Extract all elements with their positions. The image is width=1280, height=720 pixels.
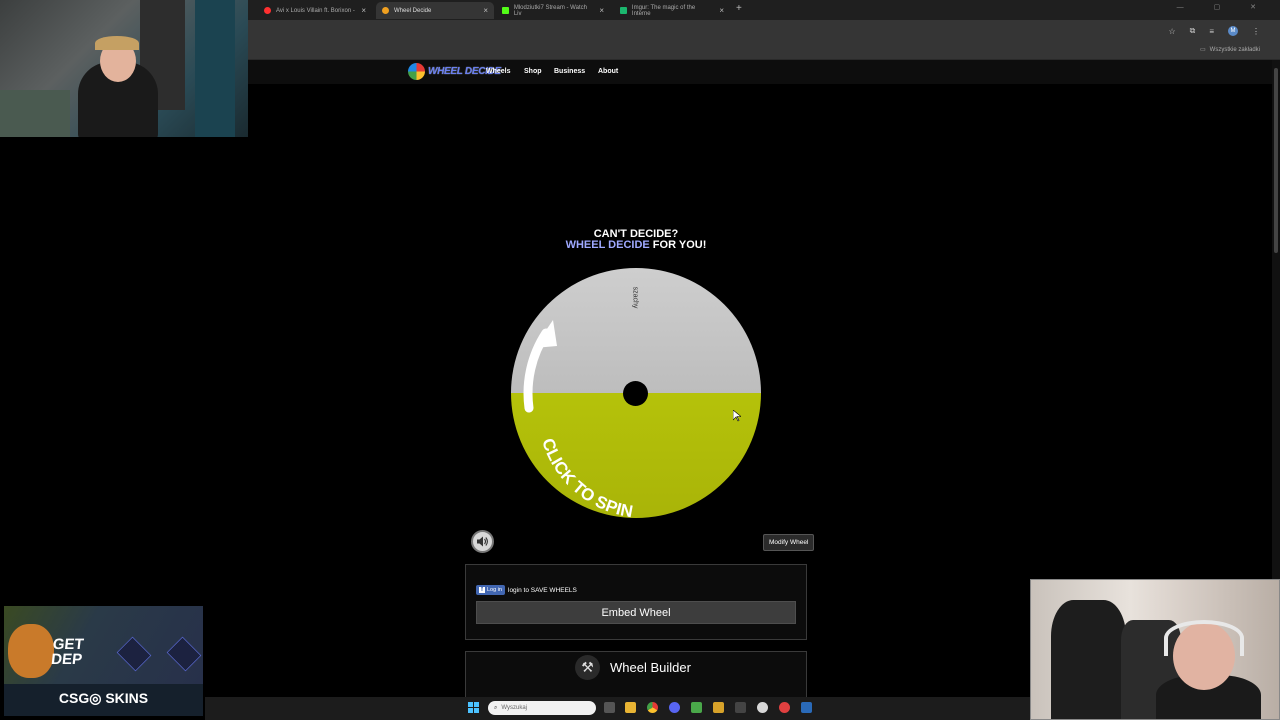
chrome-icon[interactable] xyxy=(647,702,658,713)
close-icon[interactable]: × xyxy=(483,6,488,15)
close-icon[interactable]: × xyxy=(599,6,604,15)
tab-wheel-decide[interactable]: Wheel Decide × xyxy=(376,2,494,19)
tab-kick-stream[interactable]: Mlodziutki7 Stream - Watch Liv × xyxy=(496,2,610,19)
mouse-cursor-icon xyxy=(733,410,741,422)
click-to-spin-arrow[interactable]: CLICK TO SPIN xyxy=(511,268,761,518)
nav-wheels[interactable]: Wheels xyxy=(486,68,511,75)
tab-title: Mlodziutki7 Stream - Watch Liv xyxy=(513,4,587,17)
arrow-head-icon xyxy=(534,320,557,348)
webcam-overlay-guest xyxy=(1030,579,1280,720)
ad-headline: GET DEP xyxy=(50,636,85,668)
tab-title: Imgur: The magic of the Interne xyxy=(631,4,696,17)
page-headline: CAN'T DECIDE? WHEEL DECIDE FOR YOU! xyxy=(536,229,736,251)
wheel-builder-title: Wheel Builder xyxy=(610,660,691,675)
site-navbar xyxy=(248,60,1272,84)
facebook-login-label: Log in xyxy=(487,587,502,593)
extensions-icon[interactable]: ⧉ xyxy=(1190,26,1196,36)
profile-avatar[interactable]: M xyxy=(1228,26,1238,36)
headline-brand: WHEEL DECIDE xyxy=(565,239,650,251)
app-icon[interactable] xyxy=(757,702,768,713)
imgur-icon xyxy=(620,7,627,14)
nav-business[interactable]: Business xyxy=(554,68,585,75)
tab-youtube[interactable]: Avi x Louis Villain ft. Borixon - × xyxy=(258,2,372,19)
taskbar-search[interactable]: ⌕ Wyszukaj xyxy=(488,701,596,715)
speaker-icon xyxy=(477,536,488,547)
scrollbar-thumb[interactable] xyxy=(1274,68,1278,253)
tab-title: Wheel Decide xyxy=(394,7,432,14)
webcam-overlay-streamer xyxy=(0,0,248,137)
modify-wheel-button[interactable]: Modify Wheel xyxy=(763,534,815,551)
file-explorer-icon[interactable] xyxy=(625,702,636,713)
toolbar-icons: ☆ ⧉ ≡ M ⋮ xyxy=(1168,26,1260,36)
ad-brand: CSG◎ SKINS xyxy=(58,689,149,706)
facebook-icon: f xyxy=(479,587,485,593)
all-bookmarks-label: Wszystkie zakładki xyxy=(1209,46,1260,53)
close-icon[interactable]: × xyxy=(719,6,724,15)
app-icon[interactable] xyxy=(691,702,702,713)
task-view-icon[interactable] xyxy=(604,702,615,713)
logo-wheel-icon xyxy=(408,63,425,80)
close-icon[interactable]: × xyxy=(361,6,366,15)
folder-icon: ▭ xyxy=(1199,47,1206,53)
kick-icon xyxy=(502,7,509,14)
embed-wheel-button[interactable]: Embed Wheel xyxy=(476,601,796,624)
bookmark-star-icon[interactable]: ☆ xyxy=(1168,27,1175,36)
windows-taskbar xyxy=(205,697,1030,720)
media-icon[interactable]: ≡ xyxy=(1209,27,1214,36)
taskbar-search-placeholder: Wyszukaj xyxy=(501,705,527,711)
nav-about[interactable]: About xyxy=(598,68,618,75)
nav-shop[interactable]: Shop xyxy=(524,68,542,75)
search-icon: ⌕ xyxy=(494,704,498,711)
ad-mascot xyxy=(8,624,54,678)
youtube-icon xyxy=(264,7,271,14)
hammer-icon: ⚒ xyxy=(575,655,600,680)
app-icon[interactable] xyxy=(713,702,724,713)
headline-rest: FOR YOU! xyxy=(649,239,707,251)
tab-imgur[interactable]: Imgur: The magic of the Interne × xyxy=(614,2,730,19)
discord-icon[interactable] xyxy=(669,702,680,713)
facebook-login: f Log in login to SAVE WHEELS xyxy=(476,585,577,595)
sound-toggle-button[interactable] xyxy=(471,530,494,553)
new-tab-button[interactable]: + xyxy=(736,3,742,14)
spin-text: CLICK TO SPIN xyxy=(538,436,634,518)
app-icon[interactable] xyxy=(735,702,746,713)
facebook-login-button[interactable]: f Log in xyxy=(476,585,505,595)
steam-icon[interactable] xyxy=(801,702,812,713)
all-bookmarks[interactable]: ▭ Wszystkie zakładki xyxy=(1199,46,1260,54)
window-controls[interactable]: — ▢ ✕ xyxy=(1177,3,1270,11)
windows-start-icon[interactable] xyxy=(468,702,479,713)
app-icon[interactable] xyxy=(779,702,790,713)
headline-line2: WHEEL DECIDE FOR YOU! xyxy=(536,240,736,251)
save-wheels-text: login to SAVE WHEELS xyxy=(508,586,577,594)
menu-icon[interactable]: ⋮ xyxy=(1252,27,1260,36)
wheel-decide-favicon-icon xyxy=(382,7,389,14)
tab-title: Avi x Louis Villain ft. Borixon - xyxy=(276,7,355,14)
